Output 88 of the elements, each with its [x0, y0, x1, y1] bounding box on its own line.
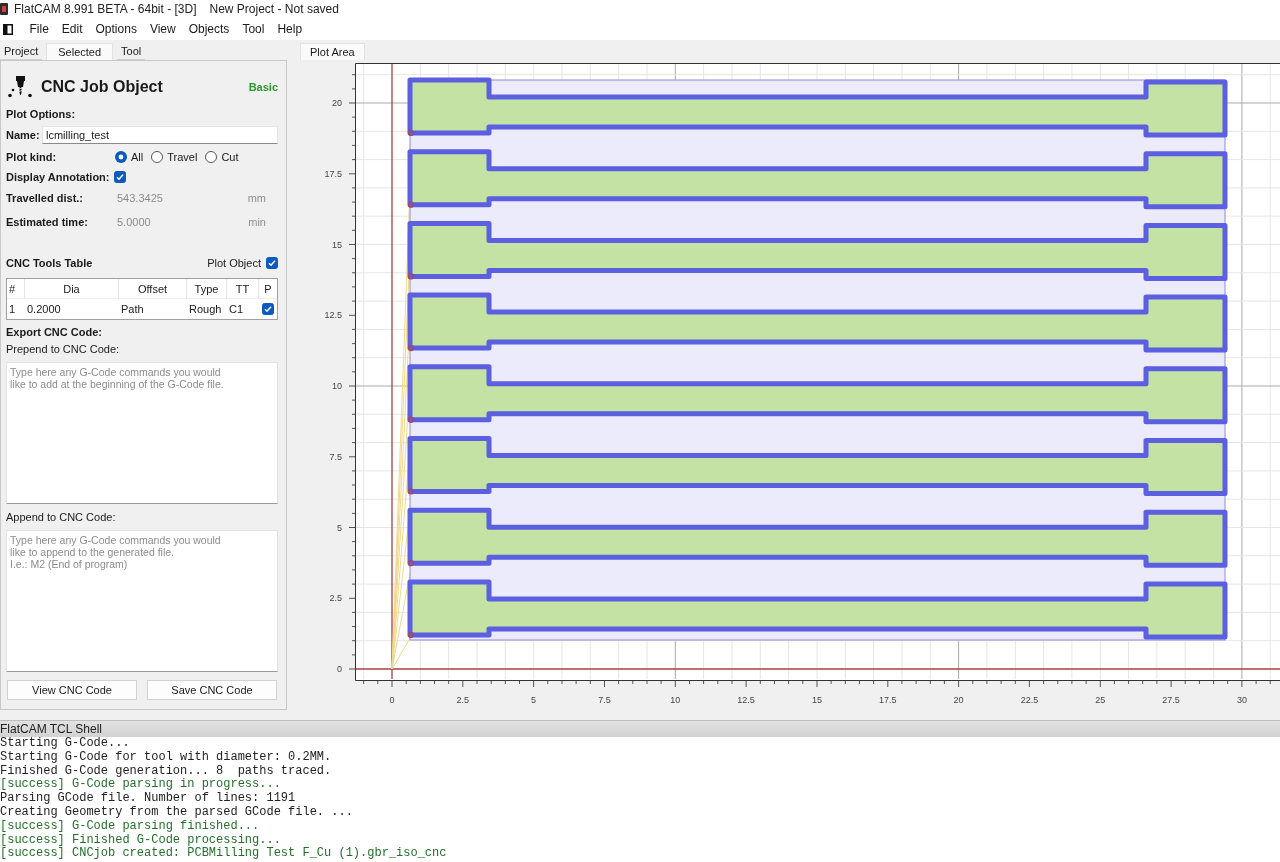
section-heading: Plot Options: [6, 108, 76, 120]
name-field[interactable]: lcmilling_test [42, 126, 278, 144]
checkbox[interactable] [266, 257, 278, 269]
radio-button[interactable] [205, 151, 218, 163]
shell-output-line: Parsing GCode file. Number of lines: 1191 [0, 792, 296, 806]
field-label: Plot kind: [6, 151, 57, 163]
project-status: New Project - Not saved [209, 2, 339, 16]
menu-item[interactable]: Help [270, 22, 309, 36]
field-label: Display Annotation: [6, 171, 110, 183]
object-title: CNC Job Object [41, 78, 163, 96]
axis-tick-label: 10 [332, 381, 342, 391]
field-label: Name: [6, 129, 40, 141]
axis-tick-label: 5 [531, 695, 537, 705]
plot-tab[interactable]: Plot Area [300, 43, 365, 60]
radio-label: Cut [221, 151, 239, 163]
checkbox-label: Plot Object [207, 257, 261, 269]
shell-output-line: Starting G-Code for tool with diameter: 0.2MM. [0, 750, 332, 765]
axis-tick-label: 27.5 [1162, 695, 1180, 705]
axis-tick-label: 17.5 [879, 695, 897, 705]
field-label: Prepend to CNC Code: [6, 343, 120, 355]
menu-item[interactable]: Tool [235, 22, 271, 36]
axis-tick-label: 7.5 [598, 695, 611, 705]
section-heading: Export CNC Code: [6, 326, 102, 338]
axis-tick-label: 20 [332, 98, 342, 108]
radio-button[interactable] [115, 151, 127, 163]
shell-output-line: Starting G-Code... [0, 737, 130, 751]
append-code-field[interactable]: Type here any G-Code commands you would like to append to the generated file. I.e.: M2 (End of program) [6, 530, 278, 672]
axis-tick-label: 10 [670, 695, 681, 705]
table-cell-text: Path [120, 302, 145, 317]
drill-icon [8, 76, 32, 98]
axis-tick-label: 20 [953, 695, 964, 705]
axis-tick-label: 22.5 [1020, 695, 1039, 705]
checkbox[interactable] [114, 171, 126, 183]
readout-value: 5.0000 [117, 216, 151, 228]
axis-tick-label: 2.5 [329, 593, 342, 604]
panel-title: FlatCAM TCL Shell [0, 722, 103, 736]
section-heading: CNC Tools Table [6, 257, 93, 269]
axis-tick-label: 17.5 [324, 168, 342, 179]
column-header: Offset [119, 279, 187, 299]
radio-button[interactable] [151, 151, 164, 163]
app-icon [0, 3, 8, 15]
axis-tick-label: 12.5 [737, 695, 755, 705]
column-header: # [7, 279, 25, 299]
column-header: Dia [25, 279, 119, 299]
field-label: Append to CNC Code: [6, 511, 116, 523]
shell-output-line: [success] Finished G-Code processing... [0, 833, 281, 847]
unit-label: min [248, 216, 266, 228]
readout-value: 543.3425 [117, 192, 163, 204]
column-header: P [259, 279, 277, 299]
shell-output-line: [success] G-Code parsing finished... [0, 819, 260, 834]
panel-tab[interactable]: Selected [46, 43, 114, 60]
axis-tick-label: 25 [1095, 695, 1106, 705]
axis-tick-label: 0 [389, 695, 395, 705]
table-cell-text: Rough [188, 302, 223, 317]
table-cell-text: 0.2000 [26, 302, 62, 317]
mode-label: Basic [248, 81, 278, 93]
window-title: FlatCAM 8.991 BETA - 64bit - [3D] [14, 2, 197, 16]
radio-label: Travel [167, 151, 198, 163]
shell-output-line: [success] CNCjob created: PCBMilling Test F_Cu (1).gbr_iso_cnc [0, 847, 447, 862]
menu-item[interactable]: Options [89, 22, 144, 36]
menu-item[interactable]: Objects [182, 22, 236, 36]
shell-output-line: Creating Geometry from the parsed GCode file. ... [0, 806, 353, 820]
axis-tick-label: 15 [812, 695, 822, 705]
column-header: TT [227, 279, 259, 299]
axis-tick-label: 15 [332, 239, 342, 250]
axis-tick-label: 12.5 [324, 310, 342, 321]
shell-output-line: Finished G-Code generation... 8 paths traced. [0, 764, 332, 778]
checkbox[interactable] [262, 303, 274, 315]
radio-label: All [131, 151, 144, 163]
menu-item[interactable]: View [143, 22, 183, 36]
axis-tick-label: 30 [1236, 695, 1247, 705]
menu-item[interactable]: Edit [55, 22, 90, 36]
shell-output-line: [success] G-Code parsing in progress... [0, 778, 281, 792]
menu-item[interactable]: File [23, 22, 56, 36]
field-label: Estimated time: [6, 216, 88, 228]
table-cell-text: 1 [8, 302, 17, 317]
axis-tick-label: 7.5 [329, 451, 342, 462]
axis-tick-label: 5 [337, 522, 342, 533]
panel-toggle-icon[interactable] [3, 23, 13, 35]
action-button[interactable]: Save CNC Code [147, 680, 277, 700]
prepend-code-field[interactable]: Type here any G-Code commands you would like to add at the beginning of the G-Code file. [6, 362, 278, 504]
column-header: Type [187, 279, 227, 299]
unit-label: mm [247, 192, 266, 204]
field-label: Travelled dist.: [6, 192, 84, 204]
axis-tick-label: 0 [337, 664, 342, 674]
axis-tick-label: 2.5 [456, 695, 470, 705]
action-button[interactable]: View CNC Code [7, 680, 137, 700]
table-cell-text: C1 [228, 302, 245, 317]
